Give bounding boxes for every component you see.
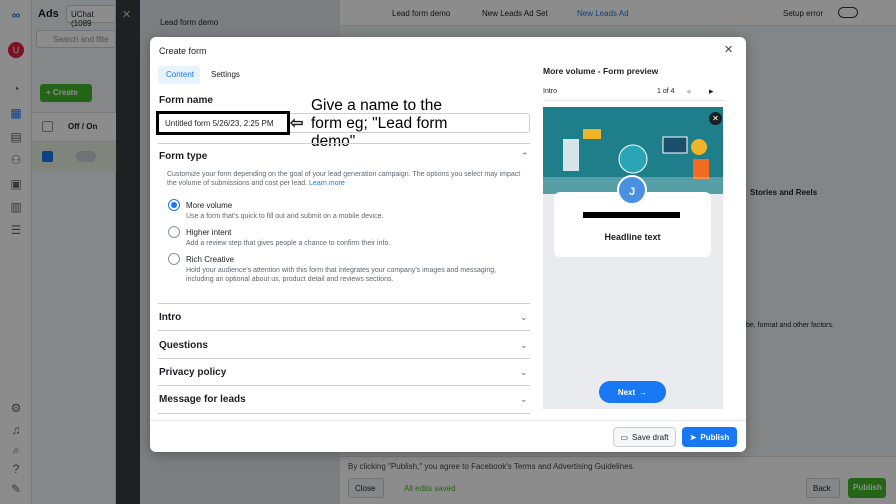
create-form-modal: Create form ✕ Content Settings Form name…	[150, 37, 746, 452]
tab-settings[interactable]: Settings	[211, 70, 240, 79]
arrow-right-icon: →	[639, 387, 648, 397]
option-desc: Hold your audience's attention with this…	[186, 267, 497, 283]
divider	[158, 358, 530, 359]
option-title: Higher intent	[186, 228, 232, 237]
option-desc: Add a review step that gives people a ch…	[186, 240, 391, 247]
tab-content[interactable]: Content	[158, 66, 200, 84]
chevron-up-icon[interactable]: ⌃	[521, 151, 529, 162]
preview-headline: Headline text	[604, 232, 661, 242]
save-draft-label: Save draft	[632, 432, 669, 442]
divider	[158, 143, 530, 144]
preview-next-label: Next	[617, 387, 636, 397]
redacted-bar	[583, 212, 680, 218]
learn-more-link[interactable]: Learn more	[309, 180, 345, 187]
next-icon[interactable]: ▸	[709, 86, 714, 97]
divider	[158, 303, 530, 304]
section-questions[interactable]: Questions	[159, 340, 208, 351]
radio-more-volume[interactable]	[168, 199, 180, 211]
modal-footer-divider	[150, 420, 746, 421]
divider	[158, 413, 530, 414]
divider	[158, 385, 530, 386]
preview-step: Intro	[543, 88, 558, 95]
option-title: More volume	[186, 201, 233, 210]
save-draft-button[interactable]: ▭ Save draft	[613, 427, 676, 447]
modal-close-icon[interactable]: ✕	[724, 43, 733, 56]
radio-higher-intent[interactable]	[168, 226, 180, 238]
preview-close-icon[interactable]: ✕	[709, 112, 722, 125]
preview-nav	[543, 81, 725, 101]
section-message[interactable]: Message for leads	[159, 394, 246, 405]
preview-page: 1 of 4	[657, 88, 675, 95]
chevron-down-icon[interactable]: ⌄	[520, 312, 528, 323]
modal-title: Create form	[159, 46, 207, 56]
divider	[158, 330, 530, 331]
option-desc: Use a form that's quick to fill out and …	[186, 213, 384, 220]
save-icon: ▭	[620, 432, 629, 442]
publish-button[interactable]: ➤ Publish	[682, 427, 737, 447]
form-name-label: Form name	[159, 95, 213, 106]
send-icon: ➤	[689, 432, 697, 442]
publish-label: Publish	[700, 432, 730, 442]
radio-rich-creative[interactable]	[168, 253, 180, 265]
chevron-down-icon[interactable]: ⌄	[520, 340, 528, 351]
option-title: Rich Creative	[186, 255, 235, 264]
section-privacy[interactable]: Privacy policy	[159, 367, 226, 378]
form-name-input[interactable]: Untitled form 5/26/23, 2:25 PM	[156, 111, 290, 135]
chevron-down-icon[interactable]: ⌄	[520, 367, 528, 378]
form-type-label: Form type	[159, 151, 208, 162]
preview-next-button[interactable]: Next →	[599, 381, 666, 403]
preview-avatar: J	[617, 175, 647, 205]
prev-icon[interactable]: ◂	[686, 86, 691, 97]
chevron-down-icon[interactable]: ⌄	[520, 394, 528, 405]
arrow-left-icon: ⇦	[290, 115, 304, 132]
preview-title: More volume - Form preview	[543, 66, 659, 76]
section-intro[interactable]: Intro	[159, 312, 181, 323]
